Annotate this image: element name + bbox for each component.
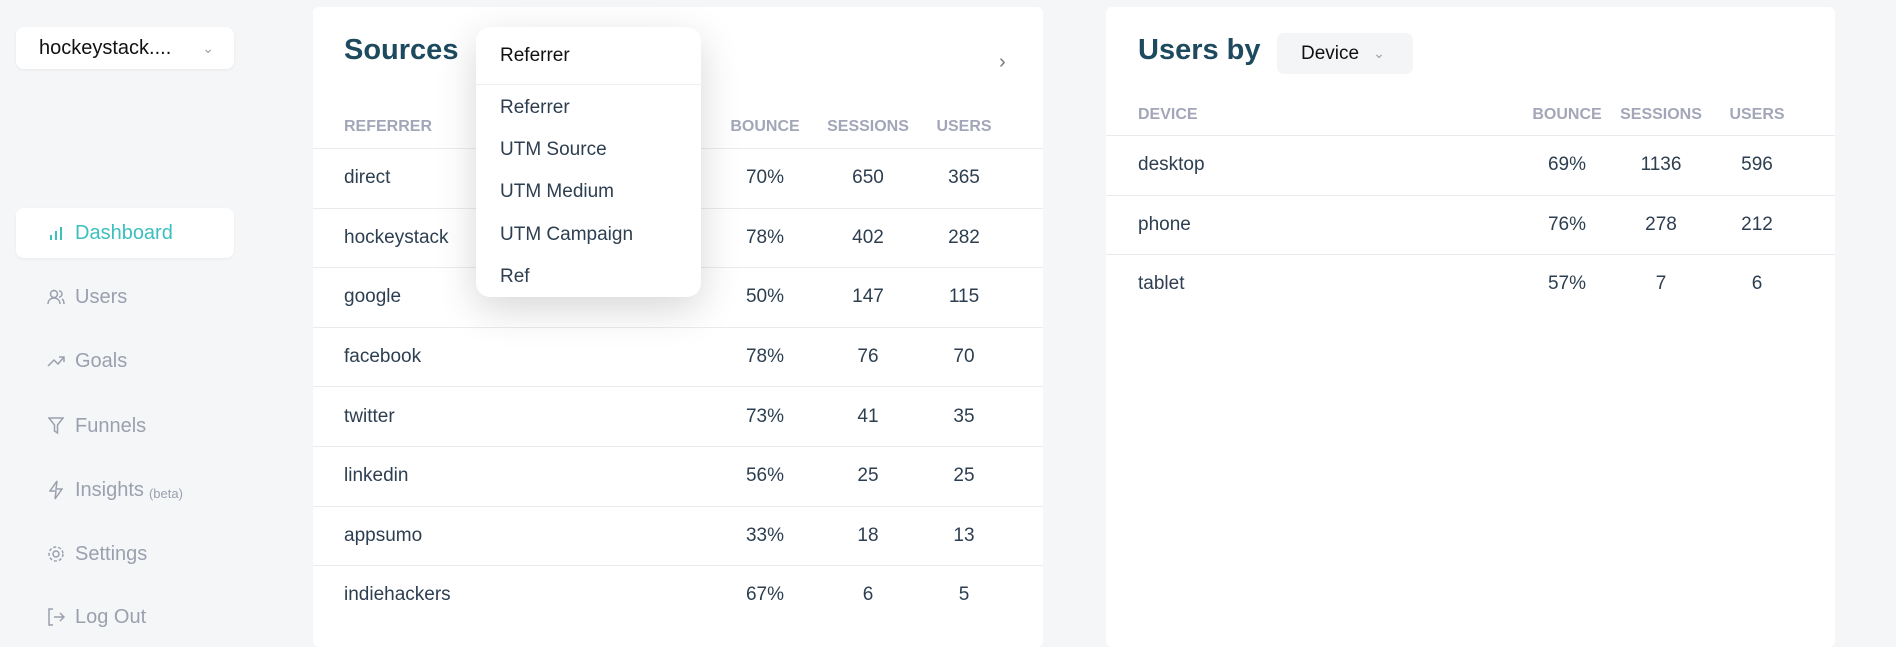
source-type-dropdown[interactable]: Referrer Referrer UTM Source UTM Medium … (476, 27, 701, 297)
bounce-cell: 78% (745, 226, 785, 248)
users-cell: 6 (1751, 273, 1763, 295)
table-row[interactable]: appsumo 33% 18 13 (313, 505, 1043, 566)
row-label: desktop (1138, 154, 1205, 176)
users-cell: 596 (1741, 154, 1773, 176)
bounce-cell: 70% (745, 167, 785, 189)
users-by-card: Users by DEVICE BOUNCE SESSIONS USERS de… (1106, 7, 1835, 647)
option-ref[interactable]: Ref (500, 266, 530, 288)
sessions-cell: 278 (1645, 213, 1677, 235)
table-row[interactable]: phone 76% 278 212 (1106, 194, 1835, 255)
bounce-cell: 73% (745, 405, 785, 427)
table-row[interactable]: tablet 57% 7 6 (1106, 254, 1835, 314)
option-utm-source[interactable]: UTM Source (500, 139, 607, 161)
table-row[interactable]: facebook 78% 76 70 (313, 326, 1043, 387)
bounce-cell: 50% (745, 286, 785, 308)
col-bounce: BOUNCE (1532, 106, 1602, 123)
row-label: facebook (344, 346, 422, 368)
sidebar-item-users[interactable]: Users (16, 272, 234, 322)
sessions-cell: 41 (857, 405, 879, 427)
row-label: hockeystack (344, 226, 449, 248)
bounce-cell: 67% (745, 584, 785, 606)
chevron-down-icon: ⌄ (1373, 45, 1385, 61)
users-cell: 5 (958, 584, 970, 606)
bounce-cell: 33% (745, 524, 785, 546)
sidebar-item-settings[interactable]: Settings (16, 529, 234, 579)
sessions-cell: 6 (862, 584, 874, 606)
sessions-cell: 402 (852, 226, 884, 248)
chevron-right-icon[interactable]: › (999, 51, 1006, 74)
col-bounce: BOUNCE (730, 118, 800, 135)
sidebar-item-funnels[interactable]: Funnels (16, 401, 234, 451)
users-cell: 365 (948, 167, 980, 189)
sessions-cell: 18 (857, 524, 879, 546)
dropdown-selected[interactable]: Referrer (500, 45, 570, 67)
divider (476, 84, 701, 85)
workspace-selector[interactable]: hockeystack.... ⌄ (16, 27, 234, 69)
users-cell: 282 (948, 226, 980, 248)
row-label: appsumo (344, 524, 423, 546)
table-row[interactable]: indiehackers 67% 6 5 (313, 565, 1043, 625)
bounce-cell: 78% (745, 346, 785, 368)
row-label: direct (344, 167, 391, 189)
sidebar-item-goals[interactable]: Goals (16, 336, 234, 386)
bounce-cell: 69% (1547, 154, 1587, 176)
col-device: DEVICE (1138, 106, 1198, 123)
col-users: USERS (1729, 106, 1785, 123)
sidebar-item-insights[interactable]: Insights (beta) (16, 465, 234, 515)
chevron-down-icon: ⌄ (202, 39, 214, 56)
row-label: linkedin (344, 465, 409, 487)
users-cell: 35 (953, 405, 975, 427)
users-cell: 115 (948, 286, 980, 308)
sessions-cell: 650 (852, 167, 884, 189)
beta-badge: (beta) (148, 485, 183, 501)
users-by-title: Users by (1138, 34, 1261, 66)
sessions-cell: 76 (857, 346, 879, 368)
table-row[interactable]: twitter 73% 41 35 (313, 386, 1043, 446)
row-label: tablet (1138, 273, 1185, 295)
table-row[interactable]: linkedin 56% 25 25 (313, 446, 1043, 506)
col-users: USERS (936, 118, 992, 135)
row-label: google (344, 286, 402, 308)
users-cell: 13 (953, 524, 975, 546)
sessions-cell: 1136 (1640, 154, 1682, 176)
row-label: phone (1138, 213, 1191, 235)
row-label: twitter (344, 405, 395, 427)
filter-icon (46, 417, 66, 435)
option-referrer[interactable]: Referrer (500, 97, 570, 119)
trending-up-icon (46, 355, 66, 367)
bounce-cell: 76% (1547, 213, 1587, 235)
option-utm-medium[interactable]: UTM Medium (500, 181, 614, 203)
users-cell: 70 (953, 346, 975, 368)
option-utm-campaign[interactable]: UTM Campaign (500, 224, 633, 246)
sessions-cell: 147 (852, 286, 884, 308)
sessions-cell: 7 (1655, 273, 1667, 295)
sidebar-item-dashboard[interactable]: Dashboard (16, 208, 234, 258)
bounce-cell: 56% (745, 465, 785, 487)
table-row[interactable]: desktop 69% 1136 596 (1106, 135, 1835, 195)
col-referrer: REFERRER (344, 118, 433, 135)
col-sessions: SESSIONS (827, 118, 909, 135)
zap-icon (46, 480, 66, 500)
bounce-cell: 57% (1547, 273, 1587, 295)
sources-title: Sources (344, 34, 459, 66)
logout-icon (46, 608, 66, 626)
users-cell: 212 (1741, 213, 1773, 235)
gear-icon (46, 545, 66, 563)
workspace-name: hockeystack.... (39, 36, 172, 59)
users-icon (46, 289, 66, 305)
sessions-cell: 25 (857, 465, 879, 487)
users-cell: 25 (953, 465, 975, 487)
bar-chart-icon (46, 226, 66, 240)
group-by-select[interactable]: Device ⌄ (1277, 33, 1413, 74)
col-sessions: SESSIONS (1620, 106, 1702, 123)
row-label: indiehackers (344, 584, 451, 606)
sidebar-item-logout[interactable]: Log Out (16, 592, 234, 642)
